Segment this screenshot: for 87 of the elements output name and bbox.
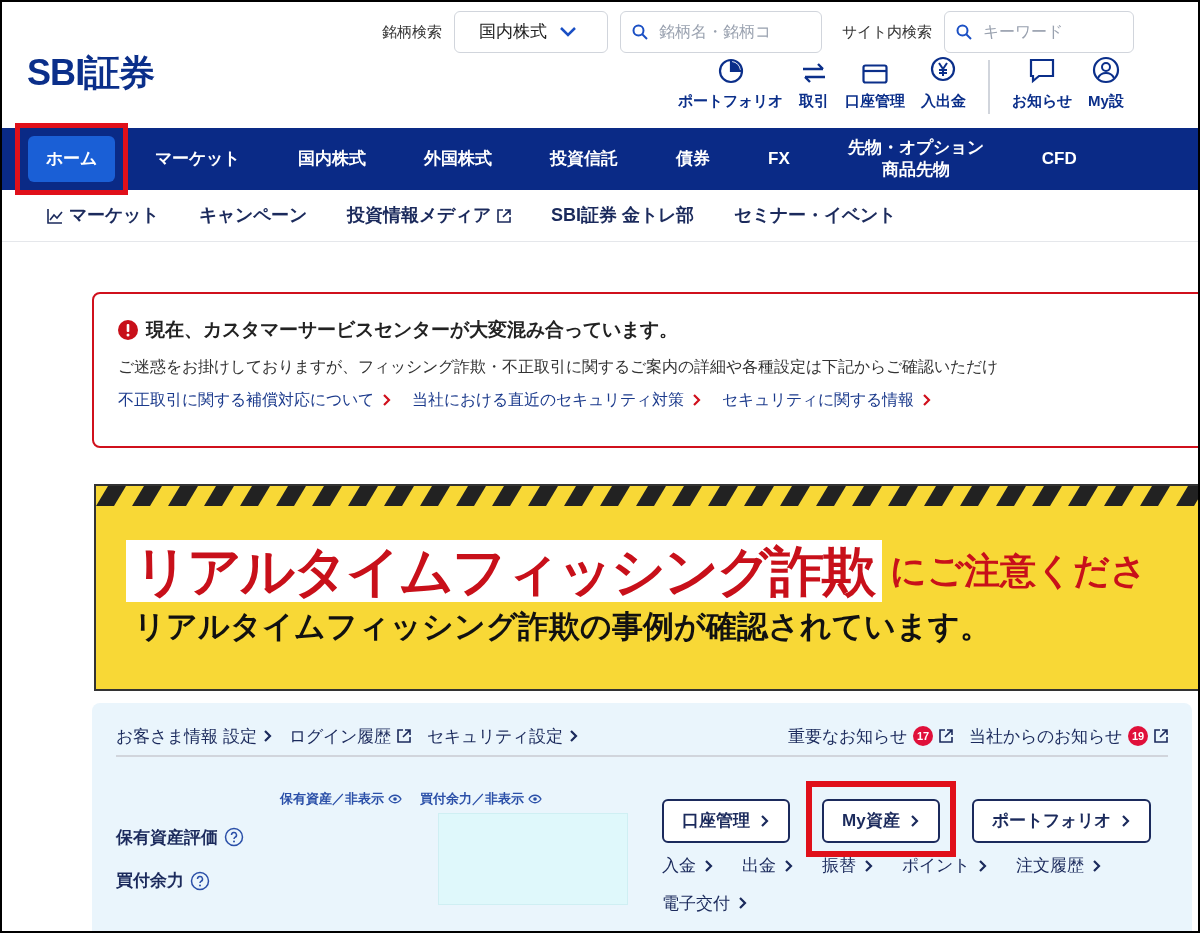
chevron-right-icon [704, 858, 714, 873]
external-link-icon [497, 208, 511, 223]
field-label: サイト内検索 [842, 21, 932, 42]
site-search-field[interactable]: キーワード [944, 11, 1134, 53]
shortcut-button[interactable]: お知らせ [1004, 57, 1080, 120]
banner-headline: リアルタイムフィッシング詐欺 [126, 540, 882, 602]
field-label: 保有資産評価 [116, 826, 218, 849]
account-button[interactable]: My資産 [822, 799, 940, 843]
alert-link[interactable]: セキュリティに関する情報 [722, 387, 932, 412]
eye-icon [388, 793, 402, 804]
sub-nav-link[interactable]: SBI証券 金トレ部 [551, 202, 694, 229]
yen-coin-icon [929, 55, 958, 84]
chart-icon [47, 207, 63, 224]
nav-tab[interactable]: 外国株式 [406, 136, 510, 182]
chevron-right-icon [922, 392, 932, 407]
market-dropdown[interactable]: 国内株式 [454, 11, 608, 53]
account-link[interactable]: 入金 [662, 853, 714, 879]
chevron-right-icon [738, 896, 748, 911]
account-button[interactable]: ポートフォリオ [971, 799, 1151, 843]
chevron-right-icon [382, 392, 392, 407]
chevron-right-icon [909, 814, 920, 828]
external-link-icon [1154, 729, 1168, 743]
account-link[interactable]: 電子交付 [662, 890, 748, 916]
logo[interactable]: SBI証券 [27, 52, 155, 93]
count-badge: 19 [1128, 726, 1148, 746]
chevron-right-icon [262, 729, 273, 743]
shortcut-button[interactable]: My設 [1080, 55, 1132, 120]
chevron-down-icon [559, 26, 577, 38]
help-icon[interactable] [190, 870, 210, 891]
field-label: 銘柄検索 [382, 21, 442, 42]
chevron-right-icon [864, 858, 874, 873]
speech-bubble-icon [1029, 57, 1055, 84]
panel-link[interactable]: 当社からのお知らせ 19 [969, 723, 1168, 749]
account-link[interactable]: 振替 [822, 853, 874, 879]
sub-nav-link[interactable]: キャンペーン [199, 202, 307, 229]
account-button[interactable]: 口座管理 [662, 799, 790, 843]
alert-message: ご迷惑をお掛けしておりますが、フィッシング詐欺・不正取引に関するご案内の詳細や各種設定は下記からご確認いただけ [118, 356, 999, 377]
nav-tab[interactable]: 国内株式 [280, 136, 384, 182]
sub-nav-link[interactable]: 投資情報メディア [347, 202, 511, 229]
search-icon [632, 24, 648, 40]
chevron-right-icon [760, 814, 770, 828]
nav-tab[interactable]: CFD [1023, 136, 1095, 182]
visibility-toggle[interactable]: 買付余力／非表示 [420, 789, 542, 809]
panel-link[interactable]: ログイン履歴 [288, 723, 411, 749]
card-icon [862, 63, 888, 84]
search-icon [956, 24, 972, 40]
exchange-arrows-icon [801, 61, 827, 84]
visibility-toggle[interactable]: 保有資産／非表示 [280, 789, 402, 809]
pie-chart-icon [717, 57, 744, 84]
chevron-right-icon [568, 729, 579, 743]
external-link-icon [939, 729, 953, 743]
nav-tab[interactable]: 投資信託 [532, 136, 636, 182]
shortcut-button[interactable]: 入出金 [913, 55, 974, 120]
nav-tab[interactable]: 先物・オプション 商品先物 [829, 136, 1002, 182]
exclamation-icon [118, 320, 138, 341]
shortcut-button[interactable]: 取引 [791, 61, 837, 120]
eye-icon [528, 793, 542, 804]
user-icon [1091, 55, 1120, 84]
count-badge: 17 [913, 726, 933, 746]
field-label: 買付余力 [116, 870, 184, 892]
nav-tab[interactable]: FX [750, 136, 808, 182]
shortcut-button[interactable]: 口座管理 [837, 63, 913, 120]
sub-nav-link[interactable]: マーケット [47, 202, 159, 229]
account-link[interactable]: 注文履歴 [1016, 853, 1102, 879]
chevron-right-icon [784, 858, 794, 873]
account-link[interactable]: ポイント [902, 853, 988, 879]
chevron-right-icon [692, 392, 702, 407]
banner-headline-suffix: にご注意くださ [890, 549, 1147, 593]
alert-link[interactable]: 不正取引に関する補償対応について [118, 387, 392, 412]
help-icon[interactable] [224, 827, 244, 848]
account-link[interactable]: 出金 [742, 853, 794, 879]
nav-tab[interactable]: 債券 [658, 136, 728, 182]
banner-subtitle: リアルタイムフィッシング詐欺の事例が確認されています。 [133, 608, 992, 646]
panel-link[interactable]: お客さま情報 設定 [116, 723, 273, 749]
external-link-icon [396, 729, 411, 743]
alert-title: 現在、カスタマーサービスセンターが大変混み合っています。 [146, 318, 678, 342]
panel-link[interactable]: 重要なお知らせ 17 [788, 723, 953, 749]
chevron-right-icon [1120, 814, 1131, 828]
nav-tab[interactable]: ホーム [28, 136, 115, 182]
shortcut-button[interactable]: ポートフォリオ [670, 57, 791, 120]
sub-nav-link[interactable]: セミナー・イベント [734, 202, 896, 229]
nav-tab[interactable]: マーケット [137, 136, 258, 182]
chevron-right-icon [978, 858, 988, 873]
stock-search-field[interactable]: 銘柄名・銘柄コ [620, 11, 822, 53]
alert-link[interactable]: 当社における直近のセキュリティ対策 [412, 387, 702, 412]
panel-link[interactable]: セキュリティ設定 [426, 723, 579, 749]
chevron-right-icon [1092, 858, 1102, 873]
